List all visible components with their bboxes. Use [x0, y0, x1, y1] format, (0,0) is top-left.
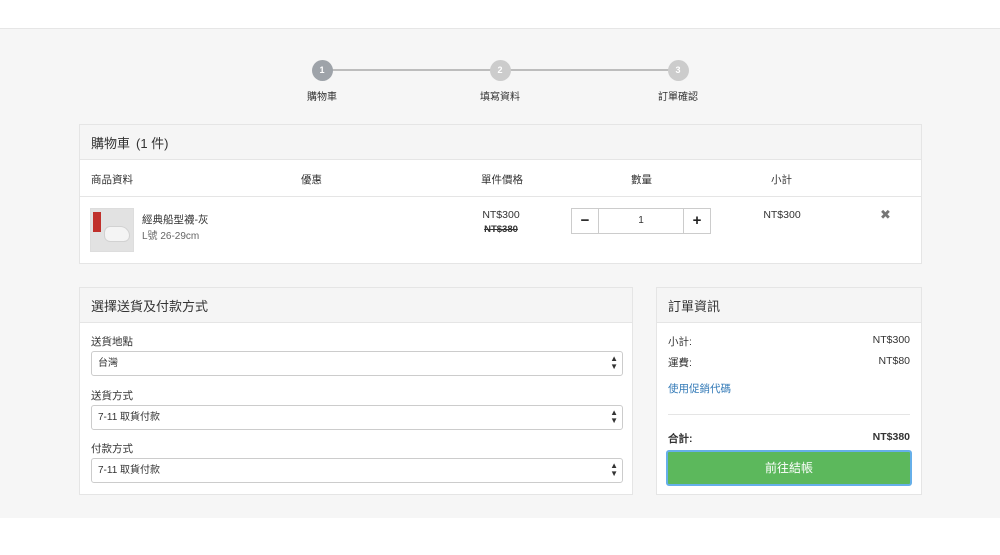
- select-arrows-icon: ▲ ▼: [610, 354, 618, 371]
- decrease-quantity-button[interactable]: −: [572, 209, 599, 233]
- step-label: 購物車: [307, 92, 337, 103]
- checkout-steps: 1 購物車 2 填寫資料 3 訂單確認: [0, 60, 1000, 110]
- payment-method-label: 付款方式: [91, 443, 133, 455]
- column-unit-price: 單件價格: [481, 174, 523, 186]
- unit-price: NT$300 NT$380: [450, 209, 552, 235]
- order-info-panel: 訂單資訊 小計: NT$300 運費: NT$80 使用促銷代碼 合計: NT$…: [656, 287, 922, 495]
- delivery-location-value: 台灣: [98, 358, 118, 369]
- cart-item-row: 經典船型襪-灰 L號 26-29cm NT$300 NT$380 − 1 + N…: [80, 197, 921, 263]
- order-divider: [668, 414, 910, 415]
- step-confirm: 3 訂單確認: [638, 60, 718, 103]
- sale-price: NT$300: [482, 209, 520, 221]
- column-product: 商品資料: [91, 174, 133, 186]
- product-thumbnail[interactable]: [90, 208, 134, 252]
- column-subtotal: 小計: [771, 174, 792, 186]
- delivery-method-value: 7-11 取貨付款: [98, 412, 161, 423]
- step-number: 2: [489, 60, 511, 81]
- order-shipping-row: 運費: NT$80: [668, 355, 910, 370]
- cart-header: 購物車 (1 件): [80, 125, 921, 160]
- step-cart: 1 購物車: [282, 60, 362, 103]
- product-variant: L號 26-29cm: [142, 231, 200, 242]
- delivery-method-label: 送貨方式: [91, 390, 133, 402]
- step-number: 3: [667, 60, 689, 81]
- payment-method-select[interactable]: 7-11 取貨付款 ▲ ▼: [91, 458, 623, 483]
- product-tag-graphic: [93, 212, 101, 232]
- original-price: NT$380: [484, 224, 518, 235]
- order-subtotal-label: 小計:: [668, 336, 692, 348]
- product-name[interactable]: 經典船型襪-灰: [142, 212, 209, 227]
- shipping-header: 選擇送貨及付款方式: [80, 288, 632, 323]
- order-total-value: NT$380: [872, 431, 910, 443]
- select-arrows-icon: ▲ ▼: [610, 408, 618, 425]
- item-subtotal: NT$300: [763, 209, 801, 221]
- shipping-payment-panel: 選擇送貨及付款方式 送貨地點 台灣 ▲ ▼ 送貨方式 7-11 取貨付款 ▲ ▼ 付…: [79, 287, 633, 495]
- cart-column-headers: 商品資料 優惠 單件價格 數量 小計: [80, 160, 921, 197]
- shipping-title: 選擇送貨及付款方式: [91, 298, 209, 314]
- step-label: 填寫資料: [480, 92, 520, 103]
- increase-quantity-button[interactable]: +: [683, 209, 710, 233]
- order-total-row: 合計: NT$380: [668, 431, 910, 446]
- footer-area: [0, 518, 1000, 555]
- delivery-location-label: 送貨地點: [91, 336, 133, 348]
- sock-graphic: [105, 227, 129, 241]
- cart-count: (1 件): [136, 135, 169, 151]
- top-bar: [0, 0, 1000, 29]
- quantity-stepper: − 1 +: [571, 208, 711, 234]
- order-subtotal-value: NT$300: [872, 334, 910, 346]
- order-header: 訂單資訊: [657, 288, 921, 323]
- delivery-location-select[interactable]: 台灣 ▲ ▼: [91, 351, 623, 376]
- delivery-method-select[interactable]: 7-11 取貨付款 ▲ ▼: [91, 405, 623, 430]
- order-subtotal-row: 小計: NT$300: [668, 334, 910, 349]
- select-arrows-icon: ▲ ▼: [610, 461, 618, 478]
- column-discount: 優惠: [301, 174, 322, 186]
- step-number: 1: [311, 60, 333, 81]
- order-title: 訂單資訊: [668, 298, 721, 314]
- checkout-button[interactable]: 前往結帳: [666, 450, 912, 486]
- step-fill-info: 2 填寫資料: [460, 60, 540, 103]
- quantity-input[interactable]: 1: [599, 209, 683, 233]
- cart-title: 購物車: [91, 135, 131, 151]
- remove-item-icon[interactable]: ✖: [880, 207, 891, 223]
- promo-code-link[interactable]: 使用促銷代碼: [668, 381, 731, 396]
- order-shipping-label: 運費:: [668, 357, 692, 369]
- step-label: 訂單確認: [658, 92, 698, 103]
- order-shipping-value: NT$80: [878, 355, 910, 367]
- order-total-label: 合計:: [668, 433, 693, 445]
- cart-panel: 購物車 (1 件) 商品資料 優惠 單件價格 數量 小計 經典船型襪-灰 L號 …: [79, 124, 922, 264]
- column-quantity: 數量: [631, 174, 652, 186]
- payment-method-value: 7-11 取貨付款: [98, 465, 161, 476]
